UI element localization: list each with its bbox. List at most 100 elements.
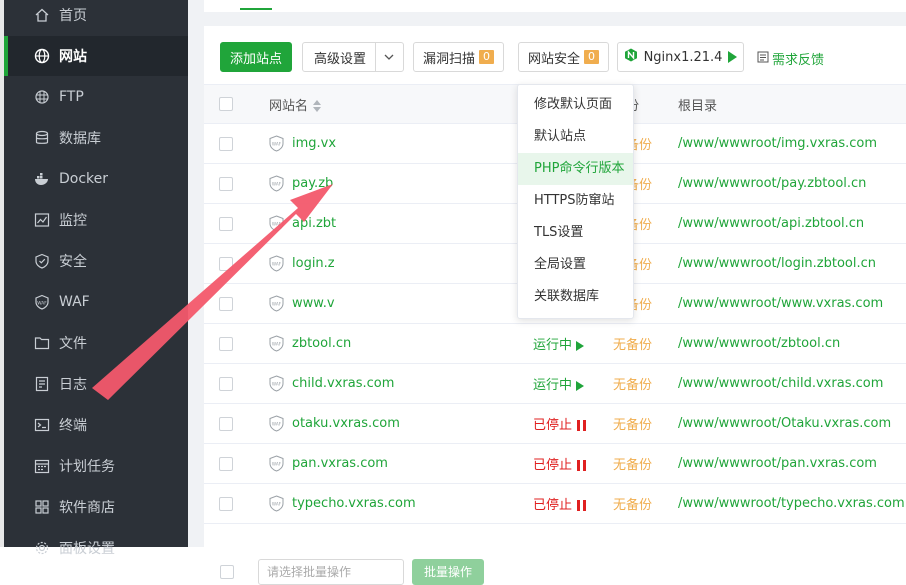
- play-icon: [576, 380, 585, 391]
- sort-icon[interactable]: [313, 100, 322, 112]
- backup-link[interactable]: 无备份: [613, 498, 652, 513]
- sidebar-item-11[interactable]: 计划任务: [4, 446, 188, 486]
- status-cell[interactable]: 运行中: [533, 323, 613, 364]
- advanced-settings-button[interactable]: 高级设置: [302, 42, 404, 72]
- site-name-cell: WAF login.z: [269, 243, 533, 284]
- site-name-link[interactable]: pan.vxras.com: [292, 456, 388, 471]
- site-name-link[interactable]: child.vxras.com: [292, 376, 394, 391]
- status-label[interactable]: 已停止: [533, 498, 572, 513]
- row-checkbox[interactable]: [219, 376, 233, 391]
- row-checkbox[interactable]: [219, 456, 233, 471]
- root-dir-link[interactable]: /www/wwwroot/typecho.vxras.com: [678, 496, 905, 511]
- sidebar-item-7[interactable]: WAF WAF: [4, 282, 188, 322]
- dropdown-item-0[interactable]: 修改默认页面: [518, 89, 633, 121]
- table-row: WAF zbtool.cn 运行中 无备份/www/wwwroot/zbtool.cn: [204, 323, 906, 364]
- waf-icon[interactable]: WAF: [269, 495, 284, 512]
- waf-icon[interactable]: WAF: [269, 255, 284, 272]
- status-cell[interactable]: 已停止: [533, 443, 613, 484]
- vuln-scan-button[interactable]: 漏洞扫描 0: [413, 42, 504, 72]
- ftp-icon: [34, 89, 50, 105]
- active-tab-indicator: [240, 8, 272, 10]
- waf-icon[interactable]: WAF: [269, 455, 284, 472]
- header-site-name[interactable]: 网站名: [269, 84, 533, 124]
- status-label[interactable]: 已停止: [533, 458, 572, 473]
- dropdown-item-6[interactable]: 关联数据库: [518, 281, 633, 313]
- backup-link[interactable]: 无备份: [613, 458, 652, 473]
- sidebar-item-12[interactable]: 软件商店: [4, 487, 188, 527]
- status-label[interactable]: 已停止: [533, 418, 572, 433]
- waf-icon[interactable]: WAF: [269, 335, 284, 352]
- root-dir-link[interactable]: /www/wwwroot/zbtool.cn: [678, 336, 840, 351]
- site-name-link[interactable]: img.vx: [292, 136, 336, 151]
- sidebar-item-2[interactable]: FTP: [4, 77, 188, 117]
- backup-link[interactable]: 无备份: [613, 378, 652, 393]
- status-cell[interactable]: 已停止: [533, 403, 613, 444]
- row-checkbox[interactable]: [219, 416, 233, 431]
- sidebar-item-9[interactable]: 日志: [4, 364, 188, 404]
- sidebar-item-0[interactable]: 首页: [4, 0, 188, 35]
- sidebar-item-13[interactable]: 面板设置: [4, 528, 188, 568]
- site-name-link[interactable]: pay.zb: [292, 176, 333, 191]
- shield-icon: [34, 253, 50, 269]
- dropdown-item-1[interactable]: 默认站点: [518, 121, 633, 153]
- backup-link[interactable]: 无备份: [613, 338, 652, 353]
- svg-text:WAF: WAF: [272, 382, 282, 387]
- root-dir-link[interactable]: /www/wwwroot/api.zbtool.cn: [678, 216, 864, 231]
- nginx-button[interactable]: Nginx1.21.4: [617, 42, 744, 72]
- batch-select[interactable]: 请选择批量操作: [258, 559, 404, 585]
- root-cell: /www/wwwroot/zbtool.cn: [678, 323, 906, 364]
- sidebar-item-5[interactable]: 监控: [4, 200, 188, 240]
- feedback-link[interactable]: 需求反馈: [757, 49, 824, 68]
- sidebar-item-3[interactable]: 数据库: [4, 118, 188, 158]
- batch-action-button[interactable]: 批量操作: [412, 559, 484, 585]
- sidebar-item-8[interactable]: 文件: [4, 323, 188, 363]
- root-dir-link[interactable]: /www/wwwroot/pay.zbtool.cn: [678, 176, 866, 191]
- site-name-link[interactable]: typecho.vxras.com: [292, 496, 416, 511]
- dropdown-item-3[interactable]: HTTPS防窜站: [518, 185, 633, 217]
- row-checkbox[interactable]: [219, 176, 233, 191]
- status-label[interactable]: 运行中: [533, 338, 572, 353]
- root-dir-link[interactable]: /www/wwwroot/login.zbtool.cn: [678, 256, 876, 271]
- dropdown-item-4[interactable]: TLS设置: [518, 217, 633, 249]
- backup-link[interactable]: 无备份: [613, 418, 652, 433]
- status-cell[interactable]: 已停止: [533, 483, 613, 524]
- root-dir-link[interactable]: /www/wwwroot/www.vxras.com: [678, 296, 883, 311]
- advanced-settings-dropdown: 修改默认页面 默认站点 PHP命令行版本 HTTPS防窜站 TLS设置 全局设置 关联数据库: [517, 84, 634, 319]
- waf-icon[interactable]: WAF: [269, 415, 284, 432]
- row-checkbox[interactable]: [219, 136, 233, 151]
- dropdown-item-5[interactable]: 全局设置: [518, 249, 633, 281]
- add-site-button[interactable]: 添加站点: [220, 42, 292, 72]
- sidebar-item-6[interactable]: 安全: [4, 241, 188, 281]
- waf-icon[interactable]: WAF: [269, 295, 284, 312]
- waf-icon[interactable]: WAF: [269, 175, 284, 192]
- status-cell[interactable]: 运行中: [533, 363, 613, 404]
- sidebar-item-10[interactable]: 终端: [4, 405, 188, 445]
- root-dir-link[interactable]: /www/wwwroot/Otaku.vxras.com: [678, 416, 891, 431]
- site-name-link[interactable]: login.z: [292, 256, 335, 271]
- bottom-select-all[interactable]: [220, 559, 234, 579]
- row-checkbox[interactable]: [219, 256, 233, 271]
- dropdown-item-2[interactable]: PHP命令行版本: [518, 153, 633, 185]
- row-checkbox[interactable]: [219, 496, 233, 511]
- sidebar-item-4[interactable]: Docker: [4, 159, 188, 199]
- waf-icon[interactable]: WAF: [269, 215, 284, 232]
- row-checkbox[interactable]: [219, 336, 233, 351]
- site-name-link[interactable]: zbtool.cn: [292, 336, 351, 351]
- waf-icon[interactable]: WAF: [269, 135, 284, 152]
- select-all-checkbox[interactable]: [219, 97, 233, 111]
- sidebar-item-1[interactable]: 网站: [4, 36, 188, 76]
- row-checkbox[interactable]: [219, 296, 233, 311]
- waf-icon[interactable]: WAF: [269, 375, 284, 392]
- root-dir-link[interactable]: /www/wwwroot/pan.vxras.com: [678, 456, 877, 471]
- site-name-link[interactable]: www.v: [292, 296, 335, 311]
- site-security-button[interactable]: 网站安全 0: [518, 42, 609, 72]
- row-checkbox[interactable]: [219, 216, 233, 231]
- site-name-link[interactable]: api.zbt: [292, 216, 336, 231]
- site-name-link[interactable]: otaku.vxras.com: [292, 416, 400, 431]
- bottom-checkbox[interactable]: [220, 565, 234, 579]
- root-dir-link[interactable]: /www/wwwroot/img.vxras.com: [678, 136, 877, 151]
- root-dir-link[interactable]: /www/wwwroot/child.vxras.com: [678, 376, 883, 391]
- status-label[interactable]: 运行中: [533, 378, 572, 393]
- chevron-down-icon[interactable]: [383, 51, 395, 67]
- batch-action-label: 批量操作: [423, 565, 472, 579]
